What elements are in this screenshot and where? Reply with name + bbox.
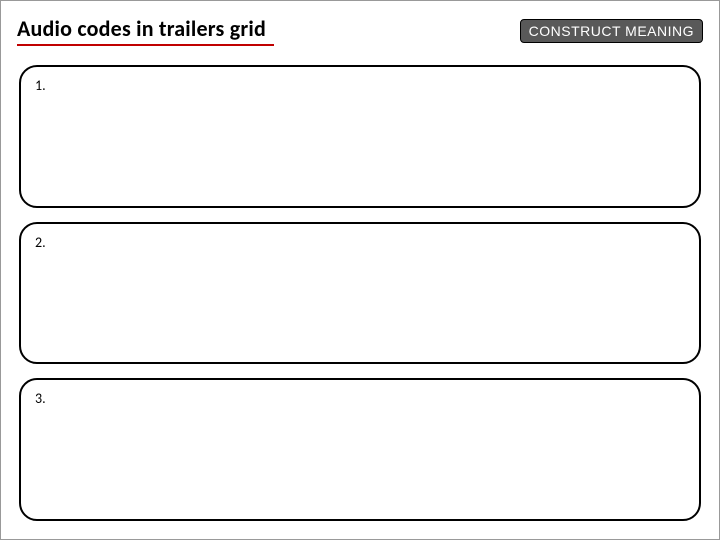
- grid-box-2: 2.: [19, 222, 701, 365]
- header-row: Audio codes in trailers grid CONSTRUCT M…: [17, 15, 703, 46]
- box-number: 3.: [35, 390, 685, 407]
- grid-box-3: 3.: [19, 378, 701, 521]
- grid-boxes: 1. 2. 3.: [19, 65, 701, 521]
- title-underline: Audio codes in trailers grid: [17, 15, 274, 46]
- box-number: 2.: [35, 234, 685, 251]
- construct-meaning-badge: CONSTRUCT MEANING: [520, 19, 703, 43]
- grid-box-1: 1.: [19, 65, 701, 208]
- box-number: 1.: [35, 77, 685, 94]
- slide: Audio codes in trailers grid CONSTRUCT M…: [0, 0, 720, 540]
- page-title: Audio codes in trailers grid: [17, 15, 266, 42]
